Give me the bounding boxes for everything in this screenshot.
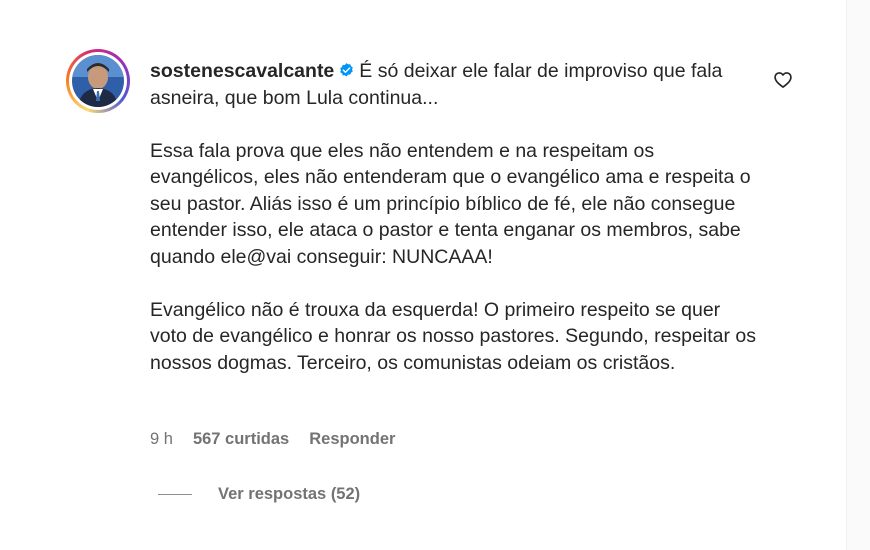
story-ring[interactable] xyxy=(66,49,130,113)
comment-paragraph-3: Evangélico não é trouxa da esquerda! O p… xyxy=(150,298,756,374)
heart-outline-icon[interactable] xyxy=(773,70,793,90)
comment-paragraph-2: Essa fala prova que eles não entendem e … xyxy=(150,139,751,268)
comment-username[interactable]: sostenescavalcante xyxy=(150,60,334,82)
scroll-gutter xyxy=(846,0,870,550)
avatar-border xyxy=(69,52,127,110)
avatar[interactable] xyxy=(72,55,124,107)
likes-count[interactable]: 567 curtidas xyxy=(193,430,289,449)
reply-button[interactable]: Responder xyxy=(309,430,395,449)
view-replies-button[interactable]: Ver respostas (52) xyxy=(158,485,360,504)
comment-paragraph-1: sostenescavalcante É só deixar ele falar… xyxy=(150,58,760,111)
verified-badge-icon xyxy=(340,63,354,77)
view-replies-label: Ver respostas (52) xyxy=(218,485,361,503)
comment-meta: 9 h 567 curtidas Responder xyxy=(150,430,395,449)
comment-body: sostenescavalcante É só deixar ele falar… xyxy=(150,58,760,376)
replies-divider xyxy=(158,494,192,495)
comment-time: 9 h xyxy=(150,430,173,448)
comment-view: sostenescavalcante É só deixar ele falar… xyxy=(0,0,870,550)
